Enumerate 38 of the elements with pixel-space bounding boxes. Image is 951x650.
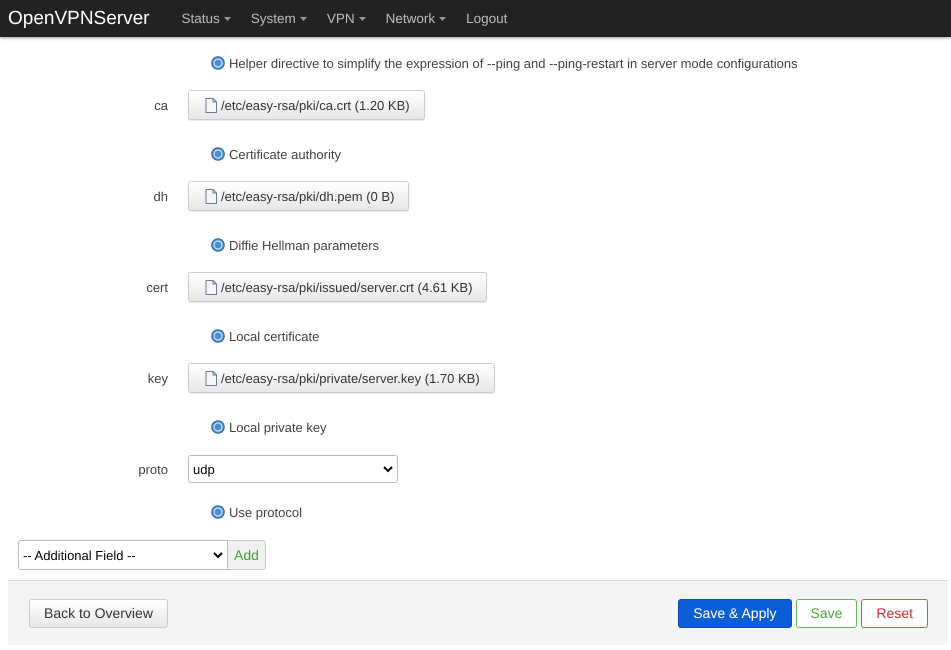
file-button[interactable]: /etc/easy-rsa/pki/dh.pem (0 B) [188,181,410,211]
field-label: key [146,370,169,386]
field-label: proto [137,462,169,476]
nav-item[interactable]: System [240,11,317,26]
help-icon [211,238,225,252]
select-field[interactable]: udp [188,455,398,483]
chevron-icon [213,552,223,558]
brand-title[interactable]: OpenVPNServer [8,8,150,30]
file-button[interactable]: /etc/easy-rsa/pki/issued/server.crt (4.61 KB) [188,272,488,302]
help-text: Certificate authority [229,146,341,162]
nav-item[interactable]: Network [376,11,456,26]
help-text: Local certificate [229,328,320,344]
help-text: Use protocol [229,504,302,520]
nav-item[interactable]: Logout [456,11,518,26]
action-button[interactable]: Save & Apply [678,598,792,628]
file-icon [205,280,217,294]
action-button[interactable]: Reset [861,598,928,628]
help-icon [211,505,225,519]
help-icon [211,329,225,343]
help-text: Local private key [229,420,327,434]
field-label: dh [152,188,169,204]
help-icon [211,147,225,161]
field-label: cert [145,280,169,294]
file-button[interactable]: /etc/easy-rsa/pki/ca.crt (1.20 KB) [188,90,425,120]
chevron-icon [383,466,393,472]
help-text: Helper directive to simplify the expression of --ping and --ping-restart in server mode configurations [229,56,798,70]
field-label: ca [153,98,169,112]
file-icon [205,370,217,386]
help-text: Diffie Hellman parameters [229,238,380,252]
file-icon [205,188,217,204]
file-button[interactable]: /etc/easy-rsa/pki/private/server.key (1.70 KB) [188,363,495,393]
help-icon [211,56,225,70]
select-field[interactable]: -- Additional Field -- [18,540,228,570]
nav-item[interactable]: Status [172,11,241,26]
file-icon [205,98,217,112]
help-icon [211,420,225,434]
nav-item[interactable]: VPN [316,11,376,26]
back-button[interactable]: Back to Overview [29,598,168,628]
